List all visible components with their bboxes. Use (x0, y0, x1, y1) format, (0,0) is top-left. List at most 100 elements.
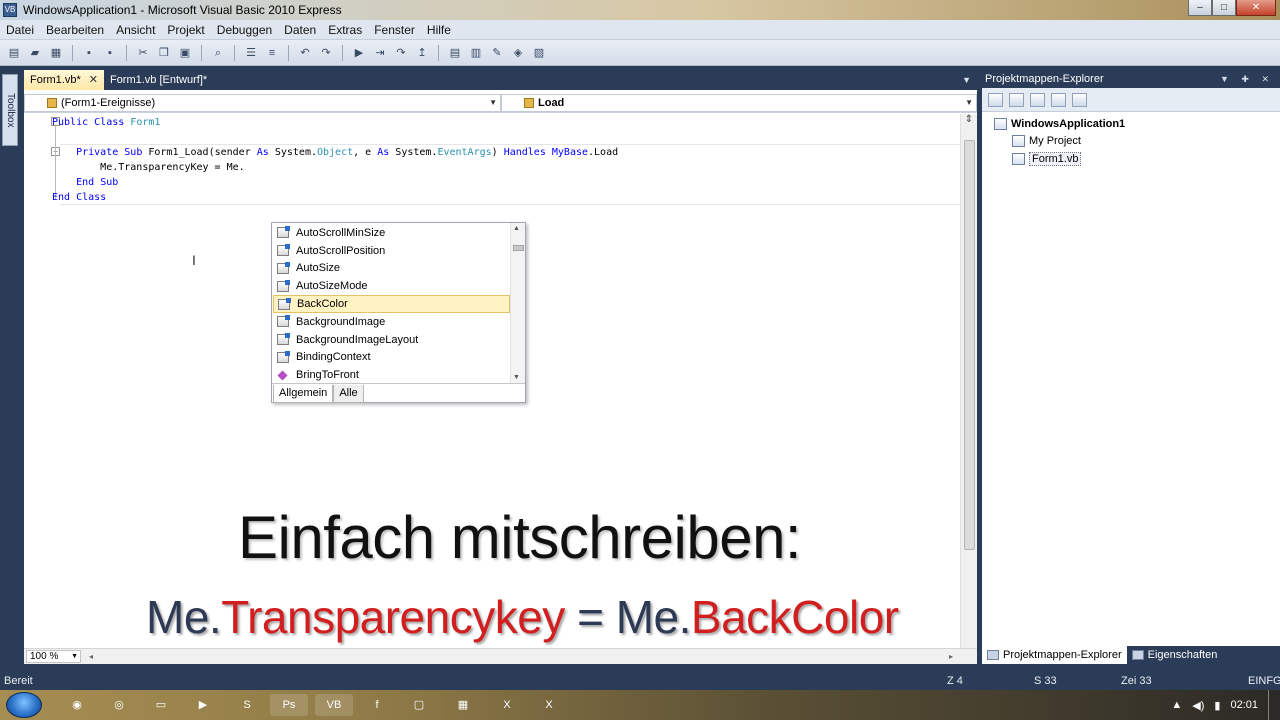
menu-ansicht[interactable]: Ansicht (110, 23, 161, 37)
media-player-icon[interactable]: ▶ (184, 694, 222, 716)
completion-item[interactable]: BindingContext (273, 349, 510, 367)
explorer-icon[interactable]: ▭ (142, 694, 180, 716)
tab-form1-design[interactable]: Form1.vb [Entwurf]* (104, 70, 213, 90)
chrome-icon[interactable]: ◉ (58, 694, 96, 716)
properties-icon[interactable] (988, 92, 1003, 107)
tree-item-form1[interactable]: Form1.vb (1012, 152, 1082, 166)
member-selector[interactable]: Load ▼ (501, 94, 977, 112)
menu-datei[interactable]: Datei (0, 23, 40, 37)
zoom-selector[interactable]: 100 % ▼ (26, 650, 81, 663)
redo-icon[interactable]: ↷ (318, 45, 334, 61)
excel-icon[interactable]: X (488, 694, 526, 716)
start-button[interactable] (6, 692, 42, 718)
scroll-thumb[interactable] (964, 140, 975, 550)
view-code-icon[interactable] (1051, 92, 1066, 107)
tabs-dropdown-icon[interactable]: ▼ (962, 70, 977, 90)
view-designer-icon[interactable] (1072, 92, 1087, 107)
solution-explorer-icon[interactable]: ▤ (447, 45, 463, 61)
app-icon[interactable]: ▦ (444, 694, 482, 716)
close-tab-icon[interactable]: ✕ (89, 71, 98, 90)
menu-extras[interactable]: Extras (322, 23, 368, 37)
class-selector[interactable]: (Form1-Ereignisse) ▼ (24, 94, 501, 112)
completion-scrollbar[interactable]: ▲ ▼ (510, 223, 525, 383)
refresh-icon[interactable] (1030, 92, 1045, 107)
scroll-thumb[interactable] (513, 245, 524, 251)
toolbox-tab[interactable]: Toolbox (2, 74, 18, 146)
panel-pin-close-icons[interactable]: ▼ ✚ ✕ (1220, 74, 1274, 85)
network-icon[interactable]: ▮ (1214, 699, 1220, 712)
start-debugging-icon[interactable]: ▶ (351, 45, 367, 61)
menu-bearbeiten[interactable]: Bearbeiten (40, 23, 110, 37)
tab-form1-code[interactable]: Form1.vb* ✕ (24, 70, 104, 90)
completion-item[interactable]: AutoScrollPosition (273, 242, 510, 260)
solution-tree[interactable]: WindowsApplication1 My Project Form1.vb (982, 112, 1280, 646)
properties-icon[interactable]: ▥ (468, 45, 484, 61)
media-icon[interactable]: ◎ (100, 694, 138, 716)
clock[interactable]: 02:01 (1230, 699, 1258, 711)
splitter-icon[interactable]: ⇕ (963, 114, 975, 128)
show-hidden-icons-icon[interactable]: ▲ (1171, 699, 1182, 711)
show-all-files-icon[interactable] (1009, 92, 1024, 107)
step-out-icon[interactable]: ↥ (414, 45, 430, 61)
code-token: ) (491, 147, 498, 158)
navigation-bar: (Form1-Ereignisse) ▼ Load ▼ (24, 94, 977, 113)
scroll-up-icon[interactable]: ▲ (513, 225, 520, 232)
completion-item[interactable]: AutoSizeMode (273, 277, 510, 295)
undo-icon[interactable]: ↶ (297, 45, 313, 61)
save-icon[interactable]: ▪ (81, 45, 97, 61)
scroll-down-icon[interactable]: ▼ (513, 374, 520, 381)
new-project-icon[interactable]: ▤ (6, 45, 22, 61)
uncomment-icon[interactable]: ≡ (264, 45, 280, 61)
visual-basic-icon[interactable]: VB (315, 694, 353, 716)
scroll-left-icon[interactable]: ◂ (89, 652, 93, 661)
completion-item[interactable]: BackgroundImageLayout (273, 331, 510, 349)
show-desktop-button[interactable] (1268, 690, 1276, 720)
window-icon[interactable]: ▢ (400, 694, 438, 716)
completion-item[interactable]: BringToFront (273, 366, 510, 384)
menu-hilfe[interactable]: Hilfe (421, 23, 457, 37)
open-folder-icon[interactable]: ▰ (27, 45, 43, 61)
tab-solution-explorer[interactable]: Projektmappen-Explorer (982, 646, 1127, 664)
photoshop-icon[interactable]: Ps (270, 694, 308, 716)
completion-list[interactable]: AutoScrollMinSize AutoScrollPosition Aut… (273, 224, 510, 384)
app-icon[interactable]: f (358, 694, 396, 716)
completion-item[interactable]: BackgroundImage (273, 313, 510, 331)
minimize-button[interactable]: – (1188, 0, 1212, 16)
save-all-icon[interactable]: ▪ (102, 45, 118, 61)
toolbox-icon[interactable]: ✎ (489, 45, 505, 61)
menu-debuggen[interactable]: Debuggen (211, 23, 278, 37)
menu-projekt[interactable]: Projekt (161, 23, 210, 37)
cut-icon[interactable]: ✂ (135, 45, 151, 61)
volume-icon[interactable]: ◀) (1192, 699, 1204, 712)
window-controls: – □ ✕ (1188, 0, 1276, 16)
tab-common[interactable]: Allgemein (273, 385, 334, 403)
close-button[interactable]: ✕ (1236, 0, 1276, 16)
skype-icon[interactable]: S (228, 694, 266, 716)
step-into-icon[interactable]: ⇥ (372, 45, 388, 61)
completion-item-label: BringToFront (296, 369, 359, 382)
find-icon[interactable]: ⌕ (210, 45, 226, 61)
excel-icon[interactable]: X (530, 694, 568, 716)
completion-item-selected[interactable]: BackColor (273, 295, 510, 313)
intellisense-popup[interactable]: AutoScrollMinSize AutoScrollPosition Aut… (271, 222, 526, 403)
tab-properties[interactable]: Eigenschaften (1127, 646, 1223, 664)
completion-item[interactable]: AutoScrollMinSize (273, 224, 510, 242)
add-item-icon[interactable]: ▦ (48, 45, 64, 61)
menu-fenster[interactable]: Fenster (368, 23, 421, 37)
completion-item[interactable]: AutoSize (273, 260, 510, 278)
object-browser-icon[interactable]: ◈ (510, 45, 526, 61)
paste-icon[interactable]: ▣ (177, 45, 193, 61)
copy-icon[interactable]: ❐ (156, 45, 172, 61)
scroll-right-icon[interactable]: ▸ (949, 652, 953, 661)
maximize-button[interactable]: □ (1212, 0, 1236, 16)
comment-icon[interactable]: ☰ (243, 45, 259, 61)
chevron-down-icon: ▼ (489, 98, 497, 107)
tree-item-project[interactable]: WindowsApplication1 (994, 118, 1125, 130)
tab-all[interactable]: Alle (333, 385, 364, 403)
error-list-icon[interactable]: ▧ (531, 45, 547, 61)
editor-vertical-scrollbar[interactable]: ⇕ (960, 114, 977, 648)
menu-daten[interactable]: Daten (278, 23, 322, 37)
tree-item-my-project[interactable]: My Project (1012, 135, 1081, 147)
window-title: WindowsApplication1 - Microsoft Visual B… (23, 3, 342, 17)
step-over-icon[interactable]: ↷ (393, 45, 409, 61)
